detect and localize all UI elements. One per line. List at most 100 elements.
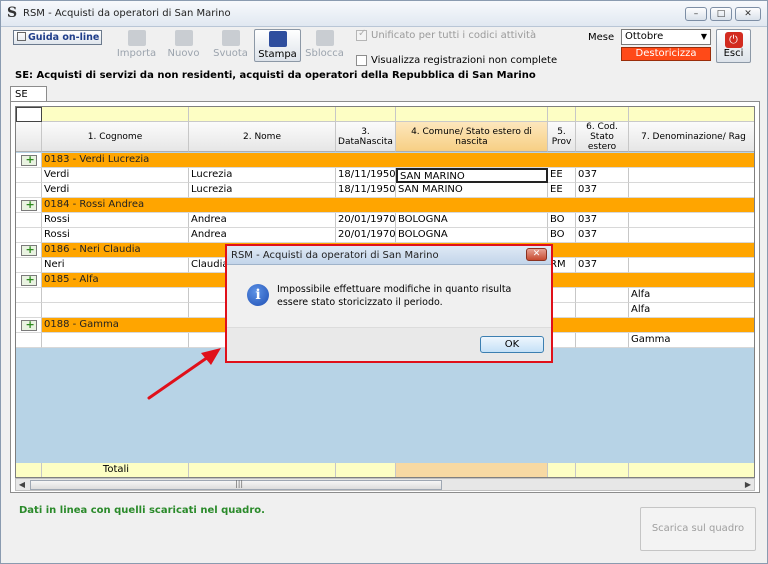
visualizza-checkbox[interactable]: Visualizza registrazioni non complete — [356, 55, 557, 66]
maximize-button[interactable]: □ — [710, 7, 732, 21]
destoricizza-button[interactable]: Destoricizza — [621, 47, 711, 61]
group-label: 0183 - Verdi Lucrezia — [42, 153, 754, 168]
table-cell[interactable] — [629, 258, 754, 273]
table-cell[interactable] — [42, 288, 189, 303]
table-row: Verdi Lucrezia 18/11/1950 SAN MARINO EE 037 — [16, 183, 754, 198]
guida-online-button[interactable]: Guida on-line — [13, 30, 102, 45]
table-cell[interactable]: EE — [548, 168, 576, 183]
table-cell[interactable]: Rossi — [42, 213, 189, 228]
import-icon — [127, 30, 146, 46]
row-selector[interactable] — [16, 258, 42, 273]
table-cell[interactable]: BOLOGNA — [396, 213, 548, 228]
table-cell[interactable]: 18/11/1950 — [336, 168, 396, 183]
column-header[interactable]: 7. Denominazione/ Rag — [629, 122, 754, 152]
table-cell[interactable]: Andrea — [189, 213, 336, 228]
row-selector[interactable] — [16, 288, 42, 303]
scarica-sul-quadro-button[interactable]: Scarica sul quadro — [640, 507, 756, 551]
table-cell[interactable]: 20/01/1970 — [336, 228, 396, 243]
table-cell[interactable]: 037 — [576, 168, 629, 183]
filter-cell[interactable] — [42, 107, 189, 122]
table-cell[interactable]: 20/01/1970 — [336, 213, 396, 228]
visualizza-checkbox-box[interactable] — [356, 55, 367, 66]
row-selector[interactable] — [16, 168, 42, 183]
table-cell[interactable]: 18/11/1950 — [336, 183, 396, 198]
mese-select[interactable]: Ottobre ▼ — [621, 29, 711, 45]
table-cell[interactable]: Alfa — [629, 303, 754, 318]
table-cell[interactable]: Neri — [42, 258, 189, 273]
ok-button[interactable]: OK — [480, 336, 544, 353]
column-header[interactable]: 1. Cognome — [42, 122, 189, 152]
table-cell[interactable]: 037 — [576, 213, 629, 228]
row-selector[interactable] — [16, 303, 42, 318]
table-cell[interactable]: Verdi — [42, 183, 189, 198]
table-cell[interactable]: 037 — [576, 228, 629, 243]
table-cell[interactable]: Andrea — [189, 228, 336, 243]
scroll-left-icon[interactable]: ◀ — [16, 479, 28, 490]
add-row-button[interactable] — [16, 273, 42, 288]
add-row-button[interactable] — [16, 153, 42, 168]
row-selector[interactable] — [16, 183, 42, 198]
scrollbar-thumb[interactable]: ||| — [30, 479, 442, 490]
minimize-button[interactable]: – — [685, 7, 707, 21]
row-selector[interactable] — [16, 213, 42, 228]
table-cell[interactable]: Verdi — [42, 168, 189, 183]
filter-cell[interactable] — [189, 107, 336, 122]
column-header[interactable]: 6. Cod. Stato estero — [576, 122, 629, 152]
stampa-button[interactable]: Stampa — [254, 29, 301, 62]
unificato-checkbox[interactable]: Unificato per tutti i codici attività — [356, 28, 536, 41]
info-icon: i — [247, 284, 269, 306]
scroll-right-icon[interactable]: ▶ — [742, 479, 754, 490]
row-selector[interactable] — [16, 333, 42, 348]
table-cell[interactable]: BOLOGNA — [396, 228, 548, 243]
table-cell[interactable]: BO — [548, 213, 576, 228]
table-cell[interactable] — [576, 303, 629, 318]
table-cell[interactable]: Gamma — [629, 333, 754, 348]
nuovo-button[interactable]: Nuovo — [160, 29, 207, 62]
add-row-button[interactable] — [16, 243, 42, 258]
filter-cell[interactable] — [576, 107, 629, 122]
filter-cell[interactable] — [548, 107, 576, 122]
table-cell[interactable]: 037 — [576, 258, 629, 273]
table-cell[interactable]: Rossi — [42, 228, 189, 243]
add-row-button[interactable] — [16, 318, 42, 333]
table-cell[interactable]: Alfa — [629, 288, 754, 303]
column-header[interactable]: 3. DataNascita — [336, 122, 396, 152]
table-cell[interactable]: Lucrezia — [189, 183, 336, 198]
table-cell[interactable]: EE — [548, 183, 576, 198]
chevron-down-icon: ▼ — [700, 32, 707, 41]
table-cell[interactable]: Lucrezia — [189, 168, 336, 183]
table-cell[interactable]: BO — [548, 228, 576, 243]
table-cell[interactable]: SAN MARINO — [396, 183, 548, 198]
dialog-close-icon[interactable]: ✕ — [526, 248, 547, 261]
table-cell[interactable] — [629, 183, 754, 198]
column-header[interactable]: 2. Nome — [189, 122, 336, 152]
sblocca-button[interactable]: Sblocca — [301, 29, 348, 62]
tab-se[interactable]: SE — [10, 86, 47, 102]
filter-cell[interactable] — [396, 107, 548, 122]
svuota-button[interactable]: Svuota — [207, 29, 254, 62]
column-header[interactable]: 4. Comune/ Stato estero di nascita — [396, 122, 548, 152]
esci-button[interactable]: ⏻ Esci — [716, 29, 751, 63]
filter-cell[interactable] — [16, 107, 42, 122]
table-cell[interactable] — [629, 228, 754, 243]
table-cell[interactable] — [42, 303, 189, 318]
row-selector[interactable] — [16, 228, 42, 243]
red-arrow-annotation — [147, 348, 221, 400]
add-row-button[interactable] — [16, 198, 42, 213]
column-header[interactable]: 5. Prov — [548, 122, 576, 152]
table-cell[interactable] — [576, 288, 629, 303]
unificato-checkbox-box[interactable] — [356, 28, 367, 41]
filter-cell[interactable] — [629, 107, 754, 122]
stampa-label: Stampa — [258, 49, 297, 60]
close-button[interactable]: ✕ — [735, 7, 761, 21]
table-cell[interactable]: 037 — [576, 183, 629, 198]
importa-button[interactable]: Importa — [113, 29, 160, 62]
add-icon — [20, 243, 37, 257]
totals-cell — [189, 463, 336, 477]
table-cell[interactable]: SAN MARINO — [396, 168, 548, 183]
table-cell[interactable] — [629, 168, 754, 183]
horizontal-scrollbar[interactable]: ◀ ||| ▶ — [15, 478, 755, 491]
table-cell[interactable] — [576, 333, 629, 348]
table-cell[interactable] — [629, 213, 754, 228]
filter-cell[interactable] — [336, 107, 396, 122]
